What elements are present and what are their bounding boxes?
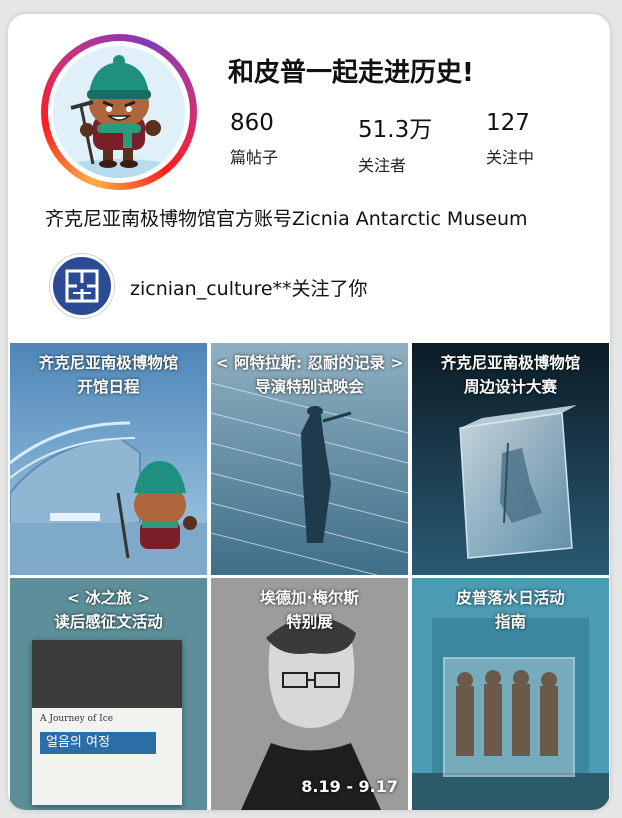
- stat-following[interactable]: 127 关注中: [486, 110, 596, 168]
- followed-by-row[interactable]: zicnian_culture**关注了你: [50, 254, 590, 318]
- stat-followers-value: 51.3万: [358, 117, 433, 143]
- museum-logo-icon: [65, 269, 99, 303]
- profile-bio: 齐克尼亚南极博物馆官方账号Zicnia Antarctic Museum: [45, 208, 528, 230]
- book-korean-title: 얼음의 여정: [40, 732, 156, 754]
- post-tile-essay-contest[interactable]: A Journey of Ice 얼음의 여정 < 冰之旅 > 读后感征文活动: [10, 578, 207, 810]
- post-grid: 齐克尼亚南极博物馆 开馆日程 < 阿特拉斯: 忍耐的记录 > 导演特别试映会 齐…: [10, 343, 609, 810]
- post-title: 皮普落水日活动 指南: [456, 589, 565, 631]
- mascot-pip-icon: [53, 46, 185, 178]
- post-title: 齐克尼亚南极博物馆 开馆日程: [38, 354, 179, 396]
- stat-posts-value: 860: [230, 110, 274, 136]
- followed-by-text: zicnian_culture**关注了你: [130, 278, 368, 300]
- post-title: < 冰之旅 > 读后感征文活动: [54, 589, 163, 631]
- book-cover: A Journey of Ice 얼음의 여정: [32, 640, 182, 805]
- post-tile-design-contest[interactable]: 齐克尼亚南极博物馆 周边设计大赛: [412, 343, 609, 575]
- stat-following-value: 127: [486, 110, 530, 136]
- exhibition-date: 8.19 - 9.17: [301, 777, 398, 796]
- post-tile-special-exhibition[interactable]: 埃德加·梅尔斯 特别展 8.19 - 9.17: [211, 578, 408, 810]
- post-title: < 阿特拉斯: 忍耐的记录 > 导演特别试映会: [215, 354, 404, 396]
- post-tile-opening-schedule[interactable]: 齐克尼亚南极博物馆 开馆日程: [10, 343, 207, 575]
- profile-card: 和皮普一起走进历史! 860 篇帖子 51.3万 关注者 127 关注中 齐克尼…: [8, 14, 610, 810]
- post-title: 埃德加·梅尔斯 特别展: [260, 589, 359, 631]
- stat-following-label: 关注中: [486, 148, 535, 167]
- stat-posts-label: 篇帖子: [230, 148, 279, 167]
- post-tile-event-guide[interactable]: 皮普落水日活动 指南: [412, 578, 609, 810]
- stat-posts[interactable]: 860 篇帖子: [230, 110, 340, 168]
- profile-title: 和皮普一起走进历史!: [228, 58, 474, 88]
- follower-avatar[interactable]: [50, 254, 114, 318]
- profile-avatar: [53, 46, 185, 178]
- stat-followers-label: 关注者: [358, 156, 407, 175]
- stat-followers[interactable]: 51.3万 关注者: [358, 110, 468, 176]
- post-tile-film-screening[interactable]: < 阿特拉斯: 忍耐的记录 > 导演特别试映会: [211, 343, 408, 575]
- post-title: 齐克尼亚南极博物馆 周边设计大赛: [440, 354, 581, 396]
- profile-avatar-ring[interactable]: [41, 34, 197, 190]
- book-english-title: A Journey of Ice: [40, 714, 114, 724]
